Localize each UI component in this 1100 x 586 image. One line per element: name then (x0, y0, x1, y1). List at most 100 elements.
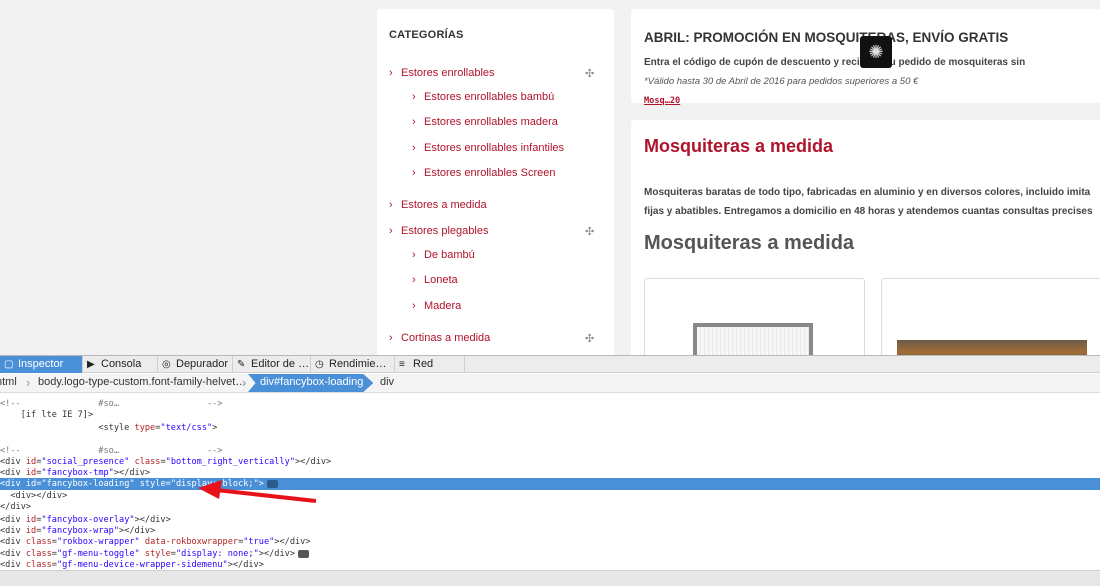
selected-markup-node[interactable]: <div id="fancybox-loading" style="displa… (0, 478, 1100, 490)
categories-sidebar: CATEGORÍAS › Estores enrollables ✣ › Estores… (377, 9, 614, 355)
section-heading: Mosquiteras a medida (644, 232, 855, 254)
markup-node[interactable]: <style type="text/css"> (0, 422, 1100, 434)
tab-label: Consola (101, 358, 142, 370)
subcategory-link[interactable]: › De bambú (412, 249, 475, 261)
category-label: Estores enrollables infantiles (424, 142, 565, 154)
category-label: De bambú (424, 249, 475, 261)
tab-inspector[interactable]: ▢ Inspector (0, 356, 83, 373)
markup-text: <div id="fancybox-overlay"></div> (0, 515, 171, 525)
expand-icon[interactable]: ✣ (585, 332, 594, 345)
category-label: Estores enrollables bambú (424, 91, 555, 103)
chevron-right-icon: › (389, 199, 393, 211)
markup-node[interactable]: <div class="rokbox-wrapper" data-rokboxw… (0, 536, 1100, 548)
chevron-right-icon: › (412, 91, 416, 103)
description-line-1: Mosquiteras baratas de todo tipo, fabric… (644, 187, 1091, 198)
markup-view[interactable]: <!-- #so… --> [if lte IE 7]> <style type… (0, 395, 1100, 570)
markup-text: <div id="fancybox-wrap"></div> (0, 526, 156, 536)
subcategory-link[interactable]: › Madera (412, 300, 461, 312)
debugger-icon: ◎ (162, 359, 171, 370)
category-label: Cortinas a medida (401, 332, 491, 344)
category-link[interactable]: › Estores enrollables (389, 67, 495, 79)
markup-text: <div id="fancybox-tmp"></div> (0, 468, 151, 478)
product-image (693, 323, 813, 355)
breadcrumb-separator-icon: › (242, 375, 247, 390)
breadcrumb-separator-icon: › (26, 375, 31, 390)
breadcrumb-item[interactable]: div#fancybox-loading (248, 374, 374, 392)
chevron-right-icon: › (389, 67, 393, 79)
category-link[interactable]: › Cortinas a medida (389, 332, 490, 344)
category-label: Estores enrollables Screen (424, 167, 556, 179)
markup-text: <!-- #so… --> (0, 446, 223, 456)
style-editor-icon: ✎ (237, 359, 246, 370)
chevron-right-icon: › (389, 332, 393, 344)
tab-label: Red (413, 358, 434, 370)
chevron-right-icon: › (412, 300, 416, 312)
inspector-icon: ▢ (4, 359, 14, 370)
product-card[interactable] (881, 278, 1100, 355)
category-label: Estores plegables (401, 225, 489, 237)
markup-text: <!-- #so… --> (0, 399, 223, 409)
chevron-right-icon: › (412, 249, 416, 261)
promo-title: ABRIL: PROMOCIÓN EN MOSQUITERAS, ENVÍO G… (644, 30, 1009, 45)
markup-text: <div id="social_presence" class="bottom_… (0, 457, 332, 467)
chevron-right-icon: › (412, 167, 416, 179)
category-label: Estores enrollables (401, 67, 495, 79)
network-icon: ≡ (399, 359, 405, 370)
category-label: Madera (424, 300, 462, 312)
page-heading: Mosquiteras a medida (644, 136, 834, 156)
chevron-right-icon: › (412, 274, 416, 286)
markup-text: <style type="text/css"> (0, 423, 218, 433)
sidebar-title: CATEGORÍAS (389, 29, 464, 41)
tab-depurador[interactable]: ◎ Depurador (158, 356, 233, 373)
web-page: CATEGORÍAS › Estores enrollables ✣ › Estores… (0, 0, 1100, 355)
markup-text: <div></div> (0, 491, 68, 501)
markup-text: </div> (0, 502, 32, 512)
markup-node[interactable]: </div> (0, 501, 1100, 513)
expand-icon[interactable]: ✣ (585, 67, 594, 80)
markup-text: [if lte IE 7]> (0, 410, 94, 420)
markup-text: <div class="gf-menu-toggle" style="displ… (0, 549, 295, 559)
promo-note: *Válido hasta 30 de Abril de 2016 para p… (644, 76, 919, 87)
category-label: Loneta (424, 274, 458, 286)
chevron-right-icon: › (412, 116, 416, 128)
subcategory-link[interactable]: › Estores enrollables madera (412, 116, 558, 128)
category-link[interactable]: › Estores a medida (389, 199, 487, 211)
devtools-toolbar: ▢ Inspector ▶ Consola ◎ Depurador ✎ Editor de …… (0, 356, 1100, 373)
devtools-panel: ▢ Inspector ▶ Consola ◎ Depurador ✎ Editor de …… (0, 355, 1100, 586)
category-label: Estores a medida (401, 199, 487, 211)
breadcrumb-item[interactable]: div (380, 376, 394, 388)
subcategory-link[interactable]: › Estores enrollables infantiles (412, 142, 564, 154)
breadcrumb-item[interactable]: html (0, 376, 17, 388)
description-line-2: fijas y abatibles. Entregamos a domicili… (644, 206, 1093, 217)
tab-rendimie[interactable]: ◷ Rendimie… (311, 356, 395, 373)
markup-node[interactable]: [if lte IE 7]> (0, 409, 1100, 421)
tab-consola[interactable]: ▶ Consola (83, 356, 158, 373)
event-badge-icon[interactable] (298, 549, 309, 558)
product-card[interactable] (644, 278, 865, 355)
category-label: Estores enrollables madera (424, 116, 558, 128)
category-link[interactable]: › Estores plegables (389, 225, 488, 237)
markup-text: <div id="fancybox-loading" style="displa… (0, 479, 264, 489)
tab-editor-de[interactable]: ✎ Editor de … (233, 356, 311, 373)
markup-text: <div class="gf-menu-device-wrapper-sidem… (0, 560, 264, 570)
console-icon: ▶ (87, 359, 95, 370)
breadcrumb-item[interactable]: body.logo-type-custom.font-family-helvet… (38, 376, 246, 388)
tab-label: Rendimie… (329, 358, 387, 370)
tab-label: Inspector (18, 358, 64, 370)
horizontal-scrollbar[interactable] (0, 570, 1100, 586)
subcategory-link[interactable]: › Loneta (412, 274, 458, 286)
subcategory-link[interactable]: › Estores enrollables bambú (412, 91, 554, 103)
loading-spinner-icon: ✺ (860, 36, 892, 68)
expand-icon[interactable]: ✣ (585, 225, 594, 238)
breadcrumb: html›body.logo-type-custom.font-family-h… (0, 374, 1100, 393)
event-badge-icon[interactable] (266, 479, 278, 488)
tab-label: Editor de … (251, 358, 310, 370)
chevron-right-icon: › (412, 142, 416, 154)
tab-red[interactable]: ≡ Red (395, 356, 465, 373)
performance-icon: ◷ (315, 359, 324, 370)
chevron-right-icon: › (389, 225, 393, 237)
markup-text: <div class="rokbox-wrapper" data-rokboxw… (0, 537, 311, 547)
product-image (897, 340, 1087, 355)
promo-text-a: Entra el código de cupón de descuento (644, 57, 834, 68)
subcategory-link[interactable]: › Estores enrollables Screen (412, 167, 555, 179)
